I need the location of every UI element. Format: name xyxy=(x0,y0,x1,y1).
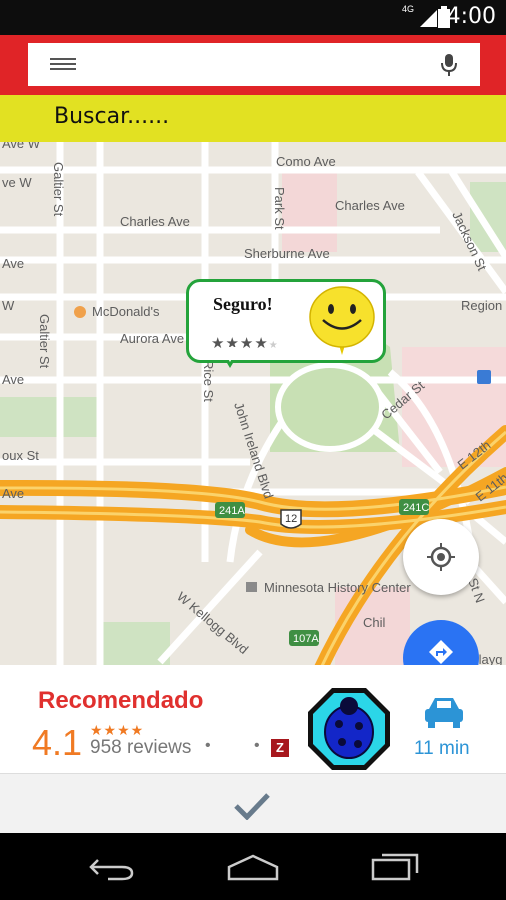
label-241c: 241C xyxy=(403,502,429,514)
svg-text:Park St: Park St xyxy=(272,187,287,230)
svg-text:Charles Ave: Charles Ave xyxy=(335,198,405,213)
transit-icon xyxy=(477,370,491,384)
svg-text:Rice St: Rice St xyxy=(201,360,216,402)
home-icon[interactable] xyxy=(226,853,280,881)
signal-icon xyxy=(420,10,437,27)
smiley-balloon-icon xyxy=(309,286,375,355)
svg-text:Sherburne Ave: Sherburne Ave xyxy=(244,246,330,261)
hamburger-menu-icon[interactable] xyxy=(50,57,76,71)
svg-text:McDonald's: McDonald's xyxy=(92,304,160,319)
svg-text:John Ireland Blvd: John Ireland Blvd xyxy=(231,400,276,500)
checkmark-icon[interactable] xyxy=(233,792,271,820)
recent-apps-icon[interactable] xyxy=(370,851,420,881)
search-prompt-text: Buscar...... xyxy=(54,104,170,129)
review-count[interactable]: 958 reviews xyxy=(90,737,191,759)
rating-value: 4.1 xyxy=(32,722,83,763)
back-icon[interactable] xyxy=(88,855,136,881)
label-107a: 107A xyxy=(293,633,319,645)
directions-arrow-icon xyxy=(429,640,453,664)
search-prompt-bar[interactable]: Buscar...... xyxy=(0,95,506,142)
restaurant-icon xyxy=(74,306,86,318)
svg-text:oux St: oux St xyxy=(2,448,39,463)
my-location-button[interactable] xyxy=(403,519,479,595)
bubble-tail-inner xyxy=(222,347,238,362)
svg-text:Ave: Ave xyxy=(2,256,24,271)
svg-text:Minnesota History Center: Minnesota History Center xyxy=(264,580,411,595)
zagat-badge: Z xyxy=(271,739,289,757)
svg-text:W: W xyxy=(2,298,15,313)
svg-text:Como Ave: Como Ave xyxy=(276,154,336,169)
confirm-bar[interactable] xyxy=(0,773,506,834)
microphone-icon[interactable] xyxy=(440,53,458,77)
ladybug-icon xyxy=(308,688,390,770)
search-box[interactable] xyxy=(28,43,480,86)
svg-text:Aurora Ave: Aurora Ave xyxy=(120,331,184,346)
crosshair-icon xyxy=(427,543,455,571)
svg-text:Chil: Chil xyxy=(363,615,386,630)
status-bar: 4G 4:00 xyxy=(0,0,506,35)
svg-text:Charles Ave: Charles Ave xyxy=(120,214,190,229)
bubble-title: Seguro! xyxy=(213,294,273,314)
svg-text:Ave W: Ave W xyxy=(2,142,41,151)
separator-dot: • xyxy=(254,737,260,754)
network-type: 4G xyxy=(401,4,414,14)
place-info-card[interactable]: Recomendado 4.1 ★★★★ 958 reviews • • Z 1… xyxy=(0,665,506,773)
svg-text:Ave: Ave xyxy=(2,486,24,501)
svg-text:Galtier St: Galtier St xyxy=(51,162,66,217)
svg-text:ve W: ve W xyxy=(2,175,32,190)
app-header xyxy=(0,35,506,95)
separator-dot: • xyxy=(205,737,211,754)
svg-text:Ave: Ave xyxy=(2,372,24,387)
label-12: 12 xyxy=(285,513,297,525)
car-icon xyxy=(425,698,463,728)
label-241a: 241A xyxy=(219,505,245,517)
svg-text:Galtier St: Galtier St xyxy=(37,314,52,369)
recommended-title: Recomendado xyxy=(38,687,204,714)
svg-text:Region: Region xyxy=(461,298,502,313)
clock: 4:00 xyxy=(446,4,496,29)
android-nav-bar xyxy=(0,833,506,900)
travel-time: 11 min xyxy=(414,738,470,759)
museum-icon xyxy=(246,582,257,592)
